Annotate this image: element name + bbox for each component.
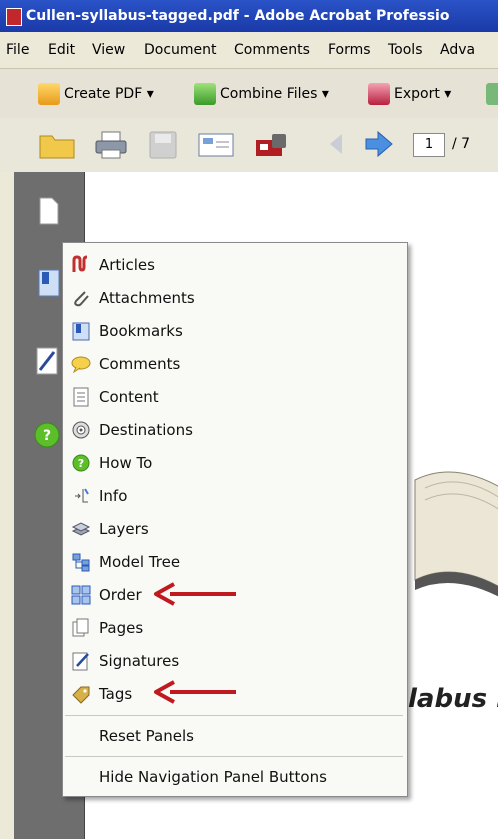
svg-text:?: ? bbox=[43, 428, 51, 444]
menu-item-comments[interactable]: Comments bbox=[69, 349, 399, 380]
help-icon: ? bbox=[72, 454, 90, 472]
pages-panel-icon[interactable] bbox=[36, 196, 62, 226]
book-image bbox=[414, 471, 498, 597]
previous-page-icon bbox=[330, 134, 342, 154]
menu-item-hide-navigation-panel-buttons[interactable]: Hide Navigation Panel Buttons bbox=[69, 762, 399, 793]
paperclip-icon bbox=[74, 291, 89, 307]
more-tools-icon[interactable] bbox=[486, 81, 498, 107]
menu-item-reset-panels[interactable]: Reset Panels bbox=[69, 721, 399, 752]
menu-document[interactable]: Document bbox=[144, 32, 217, 68]
layers-icon bbox=[71, 522, 91, 536]
menu-item-how-to[interactable]: ? How To bbox=[69, 448, 399, 479]
chevron-down-icon: ▾ bbox=[146, 86, 154, 102]
create-pdf-button[interactable]: Create PDF ▾ bbox=[38, 81, 154, 107]
menu-separator bbox=[65, 715, 403, 716]
acrobat-app-icon bbox=[6, 8, 22, 26]
print-icon[interactable] bbox=[94, 130, 128, 160]
document-heading-fragment: labus i bbox=[408, 684, 498, 714]
bookmarks-icon bbox=[72, 322, 90, 341]
model-tree-icon bbox=[72, 553, 90, 572]
content-icon bbox=[73, 387, 89, 407]
create-pdf-icon bbox=[38, 83, 60, 105]
pages-icon bbox=[72, 618, 89, 637]
open-folder-icon[interactable] bbox=[38, 130, 76, 160]
menu-forms[interactable]: Forms bbox=[328, 32, 371, 68]
articles-icon bbox=[72, 255, 88, 272]
menu-bar: File Edit View Document Comments Forms T… bbox=[0, 32, 498, 68]
menu-item-pages[interactable]: Pages bbox=[69, 613, 399, 644]
menu-item-info[interactable]: Info bbox=[69, 481, 399, 512]
export-button[interactable]: Export ▾ bbox=[368, 81, 451, 107]
combine-files-icon bbox=[194, 83, 216, 105]
combine-files-button[interactable]: Combine Files ▾ bbox=[194, 81, 329, 107]
chevron-down-icon: ▾ bbox=[444, 86, 452, 102]
signatures-panel-icon[interactable] bbox=[34, 346, 62, 378]
bookmarks-panel-icon[interactable] bbox=[36, 268, 62, 300]
destinations-icon bbox=[72, 421, 90, 439]
export-icon bbox=[368, 83, 390, 105]
signatures-icon bbox=[72, 652, 89, 671]
save-icon bbox=[149, 131, 177, 159]
order-arrow-annotation bbox=[154, 582, 236, 606]
help-icon[interactable]: ? bbox=[32, 420, 62, 450]
info-icon bbox=[75, 488, 89, 503]
page-number-input[interactable]: 1 bbox=[413, 133, 445, 157]
chevron-down-icon: ▾ bbox=[321, 86, 329, 102]
menu-comments[interactable]: Comments bbox=[234, 32, 310, 68]
menu-item-destinations[interactable]: Destinations bbox=[69, 415, 399, 446]
menu-item-model-tree[interactable]: Model Tree bbox=[69, 547, 399, 578]
svg-text:?: ? bbox=[78, 457, 84, 470]
menu-item-attachments[interactable]: Attachments bbox=[69, 283, 399, 314]
task-toolbar: Create PDF ▾ Combine Files ▾ Export ▾ bbox=[0, 68, 498, 120]
comment-bubble-icon bbox=[71, 356, 91, 374]
menu-item-bookmarks[interactable]: Bookmarks bbox=[69, 316, 399, 347]
menu-edit[interactable]: Edit bbox=[48, 32, 75, 68]
menu-view[interactable]: View bbox=[92, 32, 125, 68]
tags-arrow-annotation bbox=[154, 680, 236, 704]
menu-item-articles[interactable]: Articles bbox=[69, 250, 399, 281]
order-icon bbox=[71, 585, 91, 605]
email-icon[interactable] bbox=[196, 130, 236, 160]
menu-item-content[interactable]: Content bbox=[69, 382, 399, 413]
menu-item-layers[interactable]: Layers bbox=[69, 514, 399, 545]
menu-separator bbox=[65, 756, 403, 757]
menu-item-signatures[interactable]: Signatures bbox=[69, 646, 399, 677]
window-title: Cullen-syllabus-tagged.pdf - Adobe Acrob… bbox=[26, 8, 450, 24]
page-count: / 7 bbox=[452, 136, 471, 152]
next-page-icon[interactable] bbox=[362, 130, 396, 160]
navigation-panel-context-menu: Articles Attachments Bookmarks Comments … bbox=[62, 242, 408, 797]
tag-icon bbox=[72, 686, 90, 704]
menu-file[interactable]: File bbox=[6, 32, 29, 68]
menu-tools[interactable]: Tools bbox=[388, 32, 423, 68]
secure-icon[interactable] bbox=[252, 130, 292, 160]
menu-advanced[interactable]: Adva bbox=[440, 32, 475, 68]
window-left-edge bbox=[0, 172, 14, 839]
title-bar: Cullen-syllabus-tagged.pdf - Adobe Acrob… bbox=[0, 0, 498, 32]
